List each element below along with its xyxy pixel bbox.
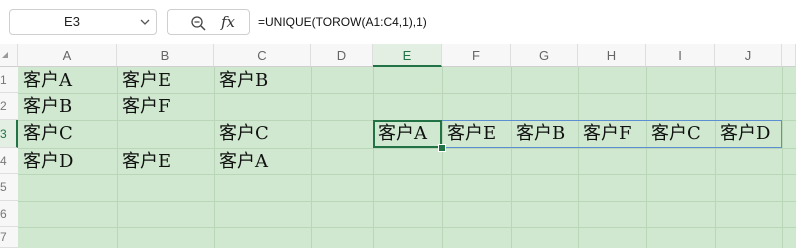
gridline-vertical bbox=[373, 67, 374, 248]
gridline-horizontal bbox=[18, 201, 796, 202]
formula-input[interactable]: =UNIQUE(TOROW(A1:C4,1),1) bbox=[258, 9, 427, 35]
column-header-h[interactable]: H bbox=[578, 44, 646, 67]
formula-bar: E3 fx =UNIQUE(TOROW(A1:C4,1),1) bbox=[0, 0, 796, 44]
gridline-horizontal bbox=[18, 227, 796, 228]
row-header-6[interactable]: 6 bbox=[0, 201, 18, 227]
select-all-icon bbox=[2, 52, 8, 58]
gridline-vertical bbox=[646, 67, 647, 248]
column-header-f[interactable]: F bbox=[442, 44, 511, 67]
gridline-vertical bbox=[782, 67, 783, 248]
row-header-4[interactable]: 4 bbox=[0, 148, 18, 174]
cell-c3[interactable]: 客户C bbox=[214, 120, 311, 147]
column-header-e[interactable]: E bbox=[373, 44, 442, 67]
cell-b2[interactable]: 客户F bbox=[117, 93, 214, 120]
column-header-g[interactable]: G bbox=[511, 44, 578, 67]
cell-a1[interactable]: 客户A bbox=[18, 67, 117, 94]
cell-e3[interactable]: 客户A bbox=[373, 120, 442, 147]
function-icon[interactable]: fx bbox=[221, 12, 235, 32]
column-header-d[interactable]: D bbox=[311, 44, 373, 67]
column-header-a[interactable]: A bbox=[18, 44, 117, 67]
cell-h3[interactable]: 客户F bbox=[578, 120, 646, 147]
cell-f3[interactable]: 客户E bbox=[442, 120, 511, 147]
column-header-j[interactable]: J bbox=[715, 44, 782, 67]
column-header-c[interactable]: C bbox=[214, 44, 311, 67]
select-all-corner[interactable] bbox=[0, 44, 18, 67]
cell-c4[interactable]: 客户A bbox=[214, 148, 311, 175]
cell-j3[interactable]: 客户D bbox=[715, 120, 782, 147]
cell-b4[interactable]: 客户E bbox=[117, 148, 214, 175]
name-box[interactable]: E3 bbox=[9, 9, 157, 35]
formula-tools: fx bbox=[167, 9, 250, 35]
row-header-5[interactable]: 5 bbox=[0, 174, 18, 201]
name-box-value: E3 bbox=[64, 14, 80, 29]
column-header-filler bbox=[782, 44, 796, 67]
fill-handle[interactable] bbox=[438, 144, 446, 152]
cell-a4[interactable]: 客户D bbox=[18, 148, 117, 175]
spreadsheet-grid[interactable]: ABCDEFGHIJ 1234567 客户A 客户E 客户B 客户B 客户F 客户C 客户C… bbox=[0, 44, 796, 248]
zoom-icon[interactable] bbox=[190, 15, 206, 31]
cell-i3[interactable]: 客户C bbox=[646, 120, 715, 147]
gridline-vertical bbox=[715, 67, 716, 248]
column-header-i[interactable]: I bbox=[646, 44, 715, 67]
cell-g3[interactable]: 客户B bbox=[511, 120, 578, 147]
cell-b1[interactable]: 客户E bbox=[117, 67, 214, 94]
row-header-7[interactable]: 7 bbox=[0, 227, 18, 248]
cell-a3[interactable]: 客户C bbox=[18, 120, 117, 147]
gridline-vertical bbox=[511, 67, 512, 248]
gridline-vertical bbox=[578, 67, 579, 248]
cell-c1[interactable]: 客户B bbox=[214, 67, 311, 94]
gridline-vertical bbox=[311, 67, 312, 248]
cell-a2[interactable]: 客户B bbox=[18, 93, 117, 120]
row-header-3[interactable]: 3 bbox=[0, 120, 18, 148]
row-header-1[interactable]: 1 bbox=[0, 67, 18, 93]
gridline-vertical bbox=[442, 67, 443, 248]
chevron-down-icon[interactable] bbox=[138, 10, 152, 34]
row-header-2[interactable]: 2 bbox=[0, 93, 18, 120]
column-header-b[interactable]: B bbox=[117, 44, 214, 67]
